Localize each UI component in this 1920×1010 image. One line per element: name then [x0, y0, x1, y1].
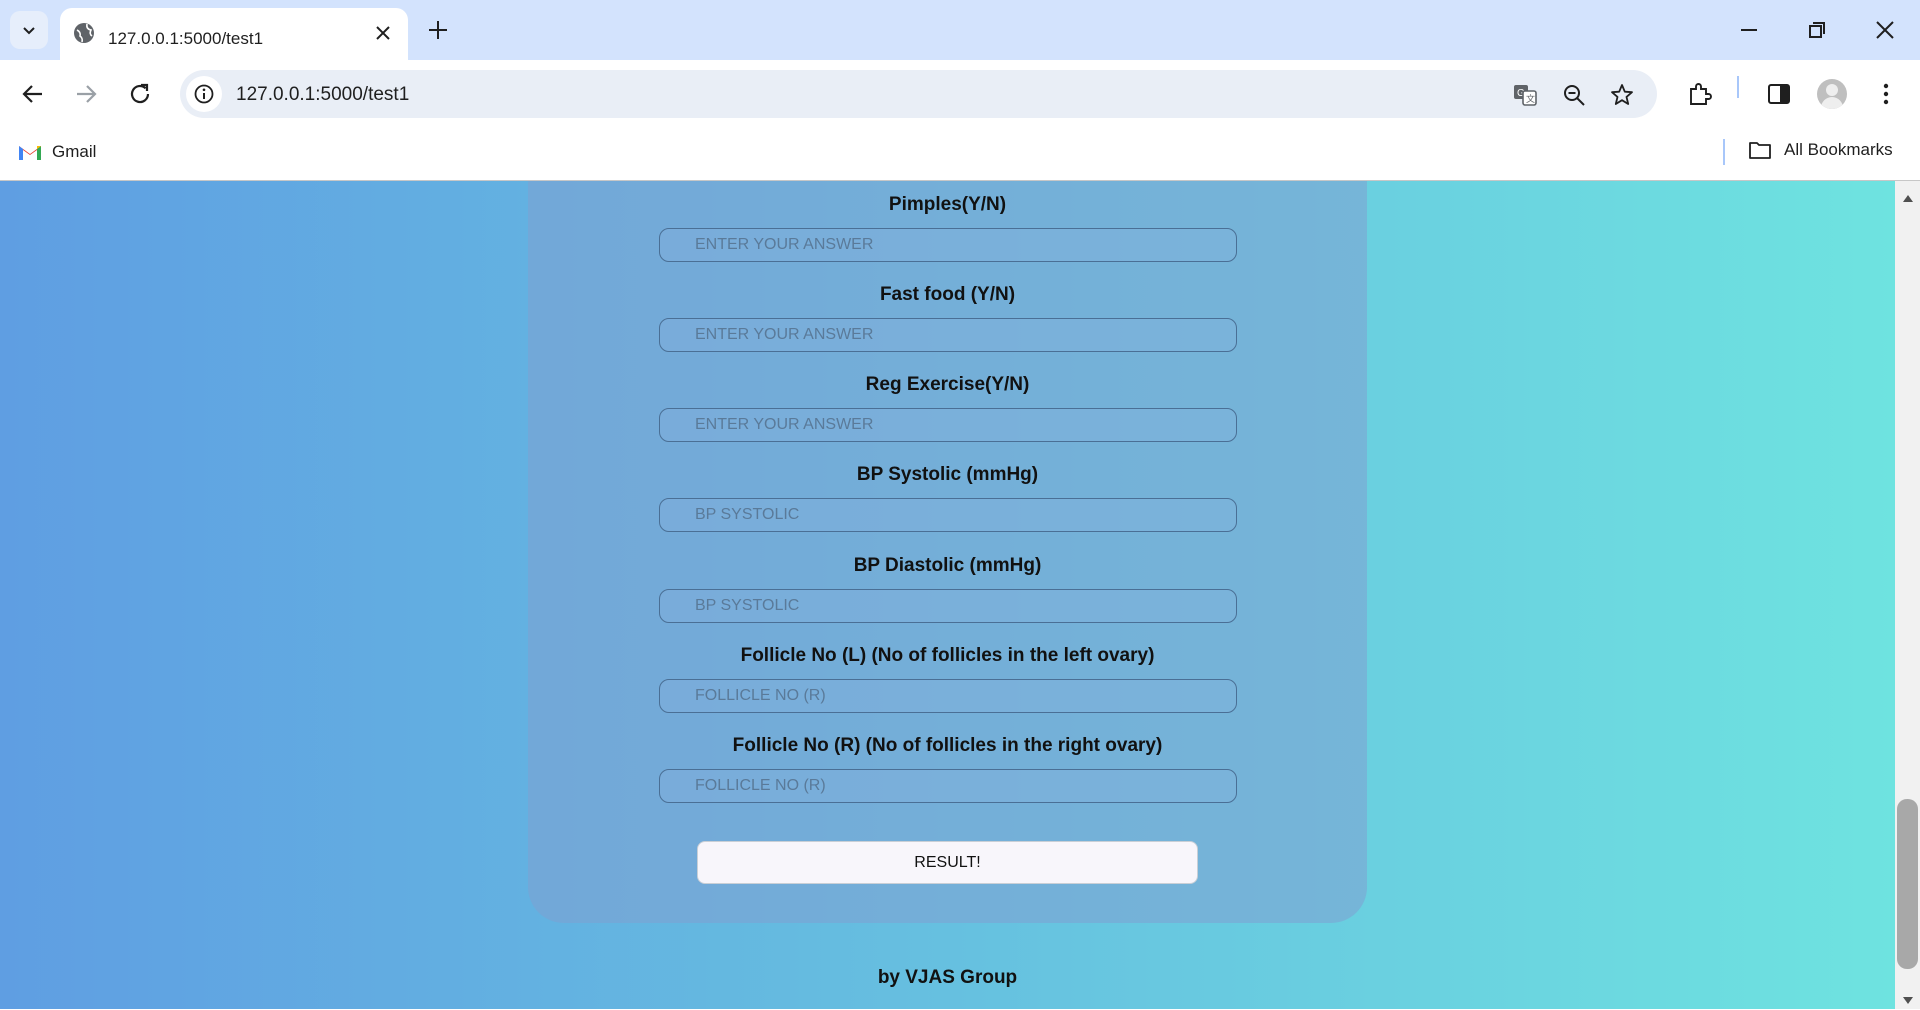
more-menu-icon[interactable]	[1873, 81, 1899, 112]
all-bookmarks-button[interactable]: All Bookmarks	[1748, 140, 1893, 160]
all-bookmarks-label: All Bookmarks	[1784, 140, 1893, 159]
browser-toolbar: 127.0.0.1:5000/test1 G文	[0, 60, 1920, 129]
site-info-icon[interactable]	[186, 76, 222, 112]
translate-icon[interactable]: G文	[1512, 82, 1538, 113]
bookmark-gmail[interactable]: Gmail	[18, 142, 96, 162]
pimples-label: Pimples(Y/N)	[888, 194, 1007, 215]
follicle-right-label: Follicle No (R) (No of follicles in the …	[732, 735, 1163, 756]
new-tab-icon[interactable]	[426, 18, 450, 47]
globe-icon	[72, 21, 96, 50]
page-scrollbar[interactable]	[1895, 181, 1920, 1009]
restore-icon[interactable]	[1805, 18, 1829, 47]
tab-strip: 127.0.0.1:5000/test1	[0, 0, 1920, 60]
follicle-left-input[interactable]	[659, 679, 1237, 713]
gmail-icon	[19, 146, 41, 160]
bookmarks-bar: Gmail All Bookmarks	[0, 129, 1920, 181]
bp-diastolic-input[interactable]	[659, 589, 1237, 623]
scroll-down-arrow-icon[interactable]	[1903, 992, 1913, 1010]
reg-exercise-input[interactable]	[659, 408, 1237, 442]
address-bar[interactable]: 127.0.0.1:5000/test1 G文	[180, 70, 1657, 118]
forward-arrow-icon[interactable]	[73, 81, 99, 112]
close-tab-icon[interactable]	[372, 22, 394, 49]
bp-systolic-label: BP Systolic (mmHg)	[856, 464, 1039, 485]
form-card: Pimples(Y/N) Fast food (Y/N) Reg Exercis…	[528, 181, 1367, 923]
fast-food-input[interactable]	[659, 318, 1237, 352]
folder-icon	[1749, 142, 1771, 159]
bookmark-gmail-label: Gmail	[52, 142, 97, 161]
chevron-down-icon	[23, 27, 35, 35]
reg-exercise-label: Reg Exercise(Y/N)	[865, 374, 1030, 395]
svg-text:文: 文	[1526, 93, 1535, 104]
follicle-left-label: Follicle No (L) (No of follicles in the …	[740, 645, 1155, 666]
extensions-icon[interactable]	[1686, 81, 1712, 112]
bookmarks-separator	[1723, 139, 1725, 165]
zoom-icon[interactable]	[1561, 82, 1587, 113]
reload-icon[interactable]	[127, 81, 153, 112]
close-window-icon[interactable]	[1873, 18, 1897, 47]
footer-credit: by VJAS Group	[877, 967, 1018, 988]
bp-diastolic-label: BP Diastolic (mmHg)	[853, 555, 1042, 576]
tab-search-button[interactable]	[10, 11, 48, 49]
tab-title: 127.0.0.1:5000/test1	[108, 29, 264, 48]
profile-avatar[interactable]	[1817, 79, 1847, 109]
toolbar-separator	[1737, 76, 1739, 98]
side-panel-icon[interactable]	[1766, 81, 1792, 112]
url-text: 127.0.0.1:5000/test1	[236, 84, 410, 105]
fast-food-label: Fast food (Y/N)	[879, 284, 1016, 305]
bp-systolic-input[interactable]	[659, 498, 1237, 532]
follicle-right-input[interactable]	[659, 769, 1237, 803]
pimples-input[interactable]	[659, 228, 1237, 262]
result-button[interactable]: RESULT!	[697, 841, 1198, 884]
bookmark-star-icon[interactable]	[1609, 82, 1635, 113]
scrollbar-thumb[interactable]	[1897, 799, 1918, 969]
back-arrow-icon[interactable]	[20, 81, 46, 112]
minimize-icon[interactable]	[1737, 18, 1761, 47]
page-viewport: Pimples(Y/N) Fast food (Y/N) Reg Exercis…	[0, 181, 1895, 1009]
scroll-up-arrow-icon[interactable]	[1903, 189, 1913, 207]
active-tab[interactable]: 127.0.0.1:5000/test1	[60, 8, 408, 60]
